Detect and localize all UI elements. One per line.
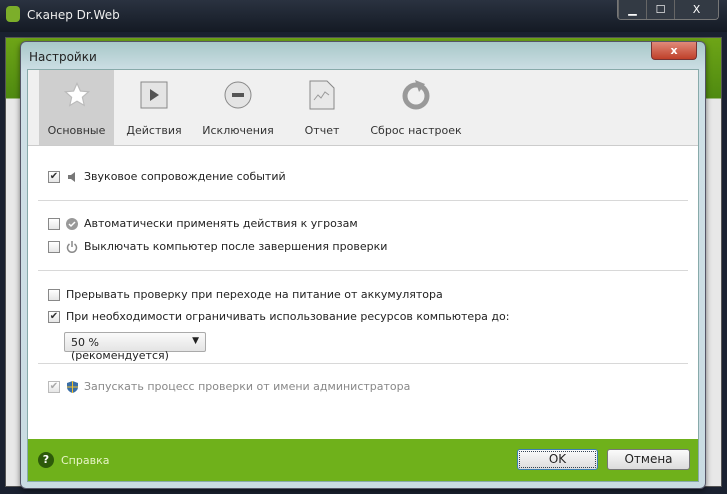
- tab-actions[interactable]: Действия: [114, 70, 194, 145]
- settings-toolbar: Основные Действия Исключения Отчет Сброс…: [28, 70, 698, 146]
- dialog-title: Настройки: [29, 50, 97, 64]
- tab-general[interactable]: Основные: [39, 70, 114, 145]
- chevron-down-icon: ▼: [192, 336, 199, 346]
- help-label: Справка: [61, 453, 110, 467]
- option-sound[interactable]: ✔ Звуковое сопровождение событий: [48, 170, 286, 183]
- star-icon: [62, 80, 92, 110]
- minus-circle-icon: [223, 80, 253, 110]
- checkbox[interactable]: [48, 240, 60, 253]
- option-label: Запускать процесс проверки от имени адми…: [84, 380, 411, 393]
- divider: [38, 363, 688, 364]
- window-close-button[interactable]: X: [674, 0, 718, 19]
- checkbox[interactable]: [48, 288, 60, 301]
- checkbox[interactable]: ✔: [48, 170, 60, 183]
- tab-label: Действия: [126, 124, 182, 137]
- option-limit-resources[interactable]: ✔ При необходимости ограничивать использ…: [48, 310, 509, 323]
- play-icon: [139, 80, 169, 110]
- checkbox[interactable]: [48, 217, 60, 230]
- speaker-icon: [66, 171, 78, 183]
- resource-limit-dropdown[interactable]: 50 % (рекомендуется) ▼: [64, 332, 206, 362]
- checkbox: ✔: [48, 380, 60, 393]
- dialog-footer: ? Справка OK Отмена: [28, 439, 698, 481]
- option-shutdown[interactable]: Выключать компьютер после завершения про…: [48, 240, 387, 253]
- option-battery[interactable]: Прерывать проверку при переходе на питан…: [48, 288, 443, 301]
- shield-icon: [66, 380, 78, 393]
- ok-button[interactable]: OK: [517, 449, 598, 470]
- dropdown-value: 50 % (рекомендуется): [71, 336, 169, 362]
- option-run-as-admin: ✔ Запускать процесс проверки от имени ад…: [48, 380, 410, 393]
- option-label: Звуковое сопровождение событий: [84, 170, 286, 183]
- divider: [38, 270, 688, 271]
- tab-label: Основные: [47, 124, 106, 137]
- minimize-button[interactable]: ▁: [618, 0, 646, 19]
- drweb-logo-icon: [6, 6, 20, 22]
- tab-label: Сброс настроек: [370, 124, 462, 137]
- help-icon: ?: [38, 452, 54, 468]
- reset-icon: [401, 80, 431, 110]
- report-icon: [307, 80, 337, 110]
- window-titlebar: Сканер Dr.Web ▁ ☐ X: [0, 0, 727, 32]
- checkbox[interactable]: ✔: [48, 310, 60, 323]
- option-label: Прерывать проверку при переходе на питан…: [66, 288, 443, 301]
- check-circle-icon: [66, 217, 78, 230]
- window-title: Сканер Dr.Web: [27, 8, 120, 22]
- maximize-button[interactable]: ☐: [646, 0, 674, 19]
- option-label: Автоматически применять действия к угроз…: [84, 217, 358, 230]
- cancel-button[interactable]: Отмена: [607, 449, 690, 470]
- option-label: При необходимости ограничивать использов…: [66, 310, 510, 323]
- tab-reset[interactable]: Сброс настроек: [362, 70, 470, 145]
- option-label: Выключать компьютер после завершения про…: [84, 240, 388, 253]
- tab-exclusions[interactable]: Исключения: [194, 70, 282, 145]
- settings-dialog: Настройки x Основные Действия Исключения…: [20, 41, 706, 489]
- option-auto-actions[interactable]: Автоматически применять действия к угроз…: [48, 217, 358, 230]
- tab-label: Отчет: [304, 124, 340, 137]
- help-link[interactable]: ? Справка: [38, 452, 109, 468]
- tab-report[interactable]: Отчет: [282, 70, 362, 145]
- divider: [38, 200, 688, 201]
- tab-label: Исключения: [202, 124, 274, 137]
- power-icon: [66, 240, 78, 253]
- dialog-close-button[interactable]: x: [651, 42, 697, 60]
